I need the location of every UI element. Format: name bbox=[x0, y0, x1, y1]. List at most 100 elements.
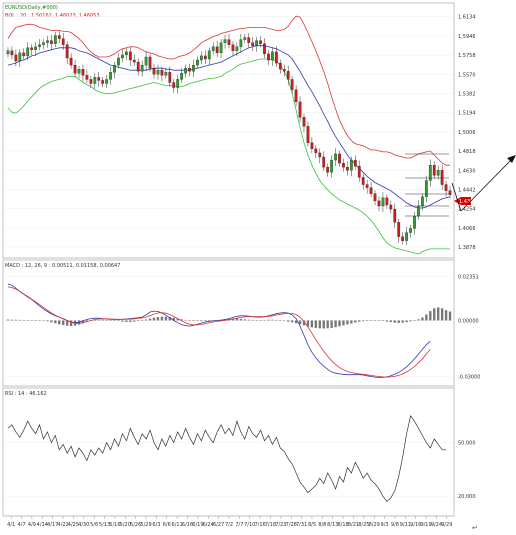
candle-body bbox=[247, 37, 251, 43]
candle-body bbox=[22, 52, 26, 57]
macd-hist-bar bbox=[298, 320, 302, 325]
bollinger-lower-line bbox=[7, 58, 450, 255]
macd-hist-bar bbox=[397, 320, 400, 323]
macd-hist-bar bbox=[440, 308, 444, 321]
candle bbox=[369, 182, 373, 198]
macd-hist-bar bbox=[417, 319, 420, 321]
candle-body bbox=[38, 44, 41, 47]
candle bbox=[432, 161, 436, 179]
candle-body bbox=[105, 79, 109, 84]
price-tick-label: 1.6134 bbox=[458, 15, 476, 21]
candle-body bbox=[357, 166, 361, 178]
candle bbox=[160, 66, 164, 82]
macd-hist-bar bbox=[93, 320, 96, 321]
x-tick-label: 8/8 bbox=[318, 522, 326, 528]
candle-body bbox=[389, 204, 393, 210]
macd-hist-bar bbox=[101, 319, 104, 321]
candle-body bbox=[101, 80, 105, 84]
x-tick-label: 9/8 bbox=[391, 522, 399, 528]
candle-body bbox=[203, 55, 207, 60]
candle-body bbox=[330, 159, 333, 173]
candle bbox=[318, 148, 322, 164]
candle bbox=[401, 232, 405, 245]
candle-body bbox=[393, 208, 397, 223]
candle-body bbox=[140, 64, 144, 72]
macd-hist-bar bbox=[239, 318, 243, 321]
candle bbox=[6, 47, 10, 58]
x-tick-label: 8/5 bbox=[308, 522, 316, 528]
price-tick-label: 1.5006 bbox=[458, 130, 476, 136]
macd-tick-label: -0.03000 bbox=[458, 375, 480, 381]
candle-body bbox=[318, 152, 322, 158]
macd-hist-bar bbox=[310, 320, 314, 328]
candle-body bbox=[381, 197, 385, 207]
macd-hist-bar bbox=[373, 320, 377, 321]
candle-body bbox=[421, 196, 424, 207]
candle-body bbox=[30, 47, 34, 50]
macd-hist-bar bbox=[330, 320, 333, 328]
candle-body bbox=[310, 142, 314, 149]
candle-body bbox=[97, 77, 101, 81]
candle-body bbox=[302, 117, 306, 127]
candle bbox=[46, 36, 49, 48]
candle-body bbox=[128, 51, 132, 61]
candle-body bbox=[81, 69, 85, 76]
candle-body bbox=[274, 51, 278, 64]
candle bbox=[196, 56, 199, 69]
rsi-tick-label: 20.000 bbox=[458, 494, 476, 500]
candle bbox=[365, 179, 369, 194]
candle bbox=[73, 59, 77, 78]
candle bbox=[377, 196, 381, 212]
macd-hist-bar bbox=[184, 319, 187, 321]
macd-hist-bar bbox=[58, 320, 61, 325]
candle bbox=[247, 32, 251, 48]
macd-hist-bar bbox=[409, 320, 412, 322]
macd-hist-bar bbox=[117, 320, 120, 322]
macd-hist-bar bbox=[318, 320, 321, 329]
candle-body bbox=[286, 71, 290, 80]
x-tick-label: 6/3 bbox=[152, 522, 160, 528]
candle-body bbox=[176, 79, 180, 88]
macd-hist-bar bbox=[358, 320, 361, 322]
candle-body bbox=[148, 56, 152, 69]
x-tick-label: 7/31 bbox=[296, 522, 307, 528]
macd-hist-bar bbox=[448, 311, 452, 321]
candle-body bbox=[409, 228, 412, 233]
rsi-tick-label: 50.000 bbox=[458, 441, 476, 447]
candle-body bbox=[401, 236, 405, 241]
macd-line bbox=[7, 283, 431, 378]
candle-body bbox=[199, 55, 203, 61]
candle-body bbox=[290, 79, 294, 90]
candle bbox=[440, 164, 444, 190]
candle-body bbox=[322, 156, 326, 168]
macd-hist-bar bbox=[279, 320, 282, 321]
candle-body bbox=[57, 35, 61, 39]
macd-hist-bar bbox=[429, 311, 432, 321]
candle bbox=[192, 59, 195, 78]
candle bbox=[417, 200, 420, 220]
price-tick-label: 1.4630 bbox=[458, 168, 476, 174]
price-tick-label: 1.5194 bbox=[458, 111, 476, 117]
candle-body bbox=[160, 70, 164, 76]
macd-signal-line bbox=[7, 286, 431, 378]
candle-body bbox=[251, 42, 255, 46]
x-tick-label: 4/7 bbox=[18, 522, 26, 528]
macd-hist-bar bbox=[437, 307, 440, 321]
candle-body bbox=[73, 64, 77, 74]
candle bbox=[203, 50, 207, 65]
candle-body bbox=[136, 61, 140, 72]
candle-body bbox=[436, 170, 440, 176]
candle-body bbox=[69, 57, 73, 66]
macd-hist-bar bbox=[433, 308, 436, 321]
candle bbox=[314, 145, 318, 159]
candle-body bbox=[26, 47, 30, 57]
candle-body bbox=[42, 42, 45, 45]
macd-hist-bar bbox=[204, 320, 207, 322]
macd-hist-bar bbox=[342, 320, 345, 326]
candle bbox=[239, 33, 243, 53]
candle-body bbox=[282, 69, 286, 72]
macd-hist-bar bbox=[287, 320, 290, 322]
candle-body bbox=[306, 126, 310, 143]
macd-hist-bar bbox=[22, 319, 25, 321]
macd-hist-bar bbox=[425, 314, 428, 321]
